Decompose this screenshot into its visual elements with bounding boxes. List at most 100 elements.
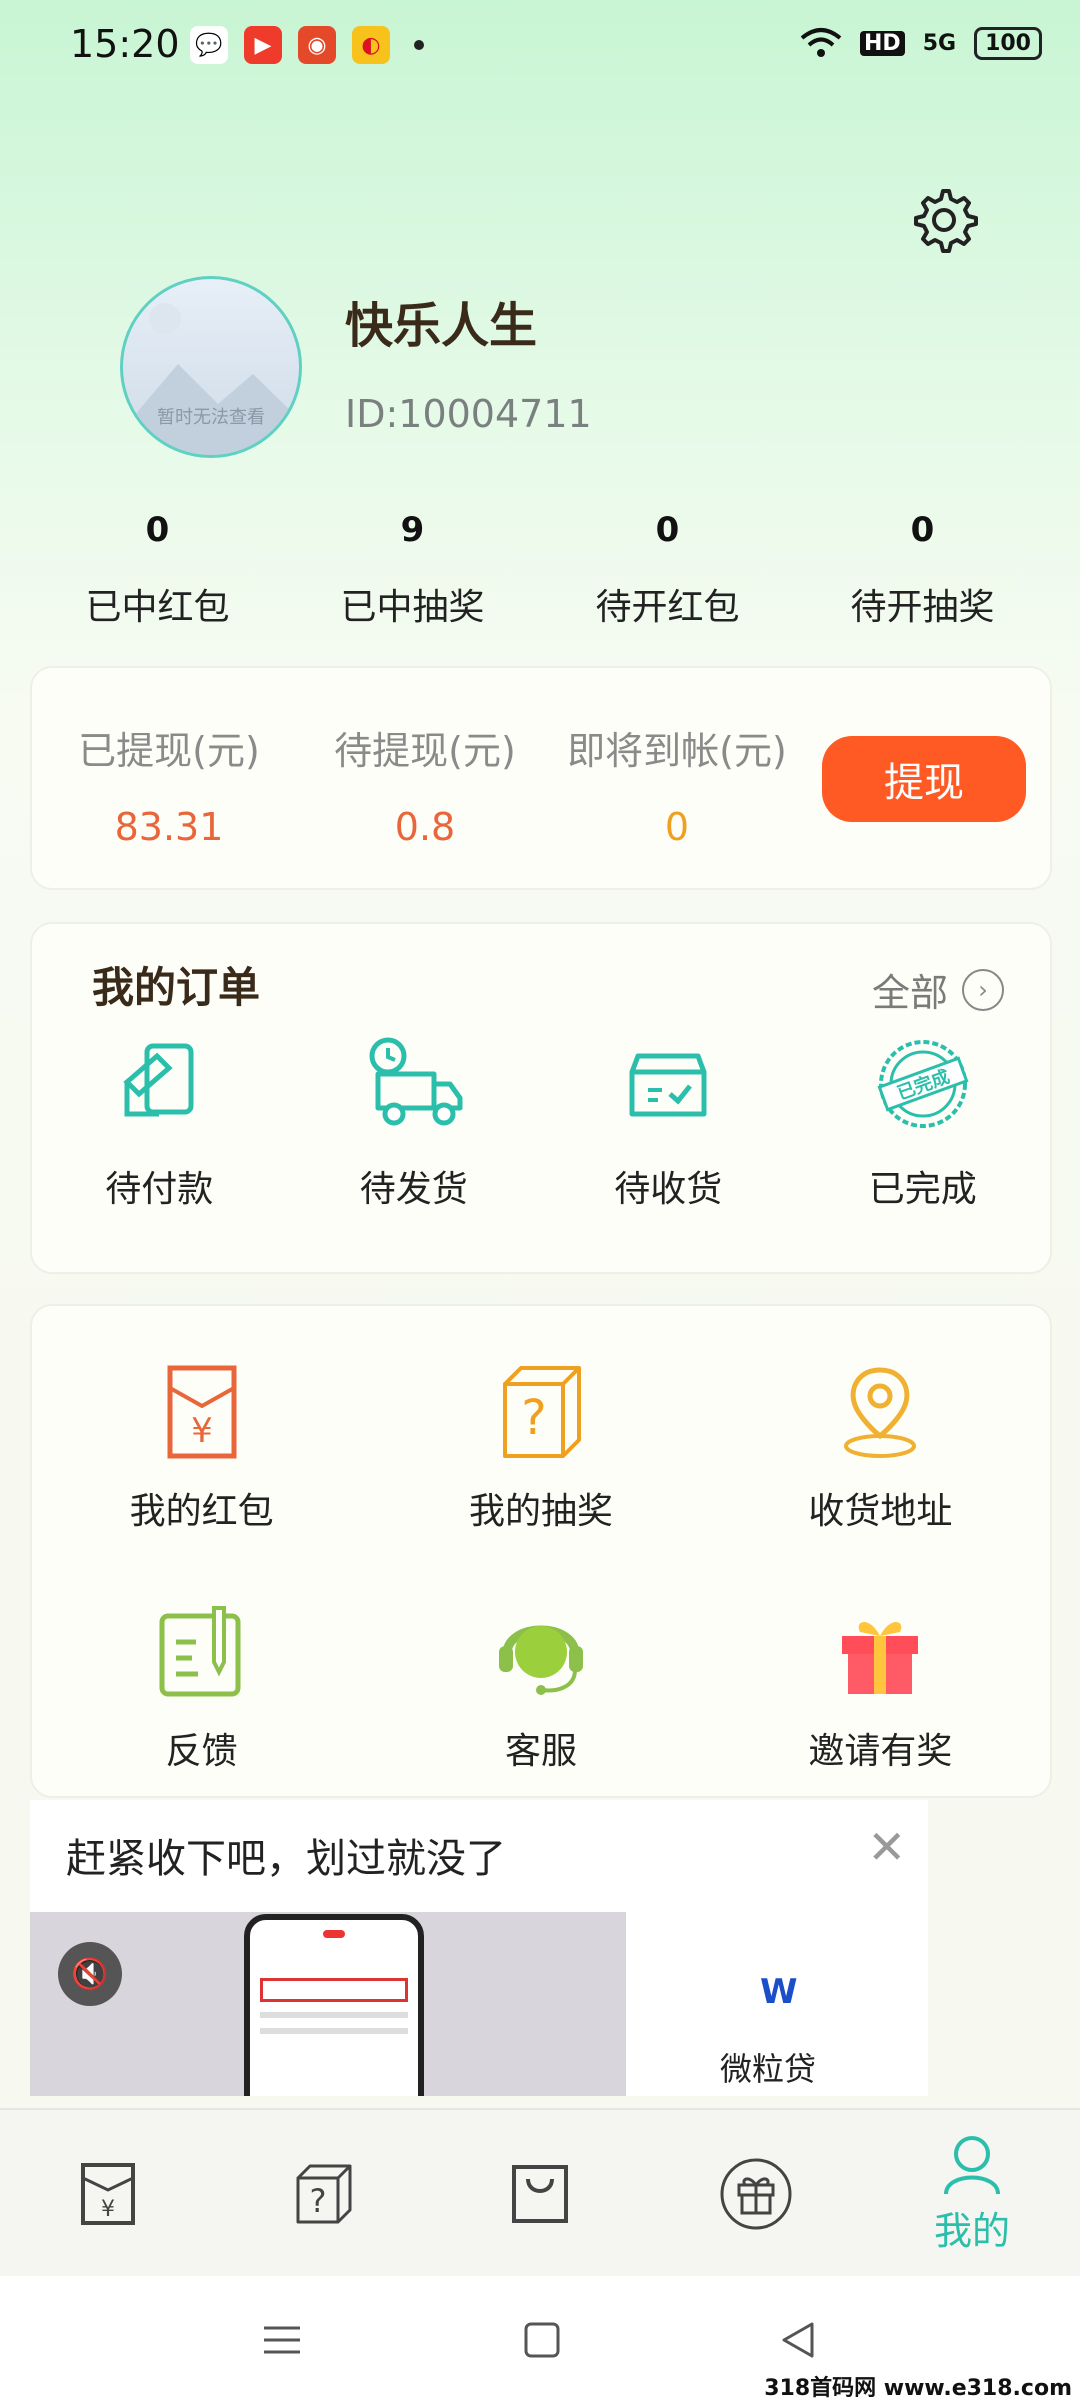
- stat-value: 9: [400, 510, 425, 550]
- withdrawn-amount: 已提现(元) 83.31: [44, 720, 294, 849]
- stat-label: 已中红包: [85, 587, 230, 628]
- service-label: 我的红包: [129, 1491, 274, 1532]
- orders-title: 我的订单: [92, 963, 261, 1012]
- question-box-tab-icon: ?: [296, 2164, 352, 2224]
- more-dot-icon: [414, 40, 424, 50]
- withdraw-card: 已提现(元) 83.31 待提现(元) 0.8 即将到帐(元) 0 提现: [30, 666, 1052, 890]
- stat-value: 0: [910, 510, 935, 550]
- stat-pending-lottery[interactable]: 0 待开抽奖: [795, 510, 1050, 630]
- withdraw-value: 0: [664, 805, 690, 849]
- back-icon[interactable]: [778, 2320, 818, 2360]
- service-invite-reward[interactable]: 邀请有奖: [711, 1546, 1050, 1786]
- bottom-tab-bar: ¥ ? 我的: [0, 2108, 1080, 2278]
- ad-title: 赶紧收下吧，划过就没了: [66, 1836, 506, 1882]
- withdraw-button[interactable]: 提现: [822, 736, 1026, 822]
- order-completed[interactable]: 已完成 已完成: [796, 1034, 1051, 1212]
- tab-mine-label: 我的: [933, 2208, 1010, 2253]
- withdraw-label: 待提现(元): [334, 729, 516, 773]
- notification-icons: 💬 ▶ ◉ ◐: [190, 26, 424, 64]
- order-label: 已完成: [868, 1169, 977, 1210]
- user-tab-icon: [944, 2135, 1000, 2194]
- orders-card: 我的订单 全部 › 待付款 待发货 待收货 已完成 已完成: [30, 922, 1052, 1274]
- orders-all-link[interactable]: 全部 ›: [872, 962, 1004, 1017]
- tab-mine[interactable]: 我的: [864, 2110, 1080, 2278]
- signal-icon: 5G: [922, 30, 957, 56]
- app-icon: ◉: [298, 26, 336, 64]
- ad-banner[interactable]: 赶紧收下吧，划过就没了 ✕ 🔇 W 微粒贷: [30, 1800, 928, 2096]
- username: 快乐人生: [345, 298, 538, 354]
- red-envelope-icon: ¥: [167, 1365, 237, 1459]
- box-icon: [629, 1053, 707, 1117]
- stat-won-lottery[interactable]: 9 已中抽奖: [285, 510, 540, 630]
- red-envelope-tab-icon: ¥: [81, 2163, 135, 2225]
- headset-icon: [498, 1625, 583, 1695]
- tab-gift[interactable]: [648, 2110, 864, 2278]
- close-icon[interactable]: ✕: [867, 1820, 906, 1874]
- menu-icon[interactable]: [262, 2320, 302, 2360]
- phone-mockup: [244, 1914, 424, 2096]
- tab-shop[interactable]: [432, 2110, 648, 2278]
- settings-gear-icon[interactable]: [908, 185, 978, 255]
- svg-text:?: ?: [310, 2182, 327, 2220]
- gift-icon: [842, 1622, 919, 1694]
- service-my-lottery[interactable]: ? 我的抽奖: [371, 1306, 710, 1546]
- ad-video[interactable]: 🔇: [30, 1912, 626, 2096]
- stat-value: 0: [145, 510, 170, 550]
- service-label: 反馈: [165, 1731, 238, 1772]
- order-pending-shipment[interactable]: 待发货: [287, 1034, 542, 1212]
- mute-icon[interactable]: 🔇: [58, 1942, 122, 2006]
- withdraw-value: 83.31: [114, 805, 224, 849]
- service-my-redpacket[interactable]: ¥ 我的红包: [32, 1306, 371, 1546]
- svg-text:¥: ¥: [191, 1411, 213, 1451]
- weibo-icon: ◐: [352, 26, 390, 64]
- card-icon: [123, 1043, 194, 1117]
- order-label: 待发货: [359, 1169, 468, 1210]
- stat-label: 已中抽奖: [340, 587, 485, 628]
- chevron-right-icon: ›: [962, 968, 1004, 1011]
- order-label: 待付款: [105, 1169, 214, 1210]
- service-label: 客服: [504, 1731, 577, 1772]
- status-time: 15:20: [70, 22, 180, 66]
- withdraw-label: 已提现(元): [78, 729, 260, 773]
- ad-brand-name: 微粒贷: [720, 2050, 817, 2088]
- avatar[interactable]: 暂时无法查看: [120, 276, 302, 458]
- home-icon[interactable]: [522, 2320, 562, 2360]
- hd-icon: HD: [860, 30, 905, 56]
- services-card: ¥ 我的红包 ? 我的抽奖 收货地址 反馈 客服 邀请有奖: [30, 1304, 1052, 1798]
- video-app-icon: ▶: [244, 26, 282, 64]
- stat-value: 0: [655, 510, 680, 550]
- user-id: ID:10004711: [345, 392, 592, 436]
- stats-row: 0 已中红包 9 已中抽奖 0 待开红包 0 待开抽奖: [30, 510, 1050, 630]
- order-label: 待收货: [614, 1169, 723, 1210]
- order-pending-receipt[interactable]: 待收货: [541, 1034, 796, 1212]
- location-pin-icon: [844, 1367, 917, 1458]
- watermark: 318首码网 www.e318.com: [764, 2376, 1072, 2401]
- pending-withdraw-amount: 待提现(元) 0.8: [300, 720, 550, 849]
- feedback-icon: [159, 1606, 241, 1697]
- stat-label: 待开红包: [595, 587, 740, 628]
- status-right: HD 5G 100: [800, 26, 1042, 60]
- service-feedback[interactable]: 反馈: [32, 1546, 371, 1786]
- orders-all-label: 全部: [871, 971, 948, 1015]
- service-label: 我的抽奖: [468, 1491, 613, 1532]
- svg-text:?: ?: [521, 1390, 546, 1446]
- tab-lottery[interactable]: ?: [216, 2110, 432, 2278]
- completed-stamp-icon: 已完成: [877, 1040, 969, 1128]
- service-label: 收货地址: [808, 1491, 953, 1532]
- incoming-amount: 即将到帐(元) 0: [552, 720, 802, 849]
- weilidai-logo-icon: W: [760, 1972, 798, 2012]
- order-pending-payment[interactable]: 待付款: [32, 1034, 287, 1212]
- service-customer-support[interactable]: 客服: [371, 1546, 710, 1786]
- gift-tab-icon: [720, 2158, 792, 2230]
- stat-won-redpacket[interactable]: 0 已中红包: [30, 510, 285, 630]
- tab-redpacket[interactable]: ¥: [0, 2110, 216, 2278]
- svg-text:¥: ¥: [101, 2197, 115, 2222]
- service-address[interactable]: 收货地址: [711, 1306, 1050, 1546]
- avatar-note: 暂时无法查看: [157, 407, 265, 428]
- withdraw-label: 即将到帐(元): [567, 729, 787, 773]
- stat-pending-redpacket[interactable]: 0 待开红包: [540, 510, 795, 630]
- bag-tab-icon: [512, 2165, 568, 2223]
- system-nav-bar: 318首码网 www.e318.com: [0, 2276, 1080, 2408]
- service-label: 邀请有奖: [808, 1731, 953, 1772]
- wechat-icon: 💬: [190, 26, 228, 64]
